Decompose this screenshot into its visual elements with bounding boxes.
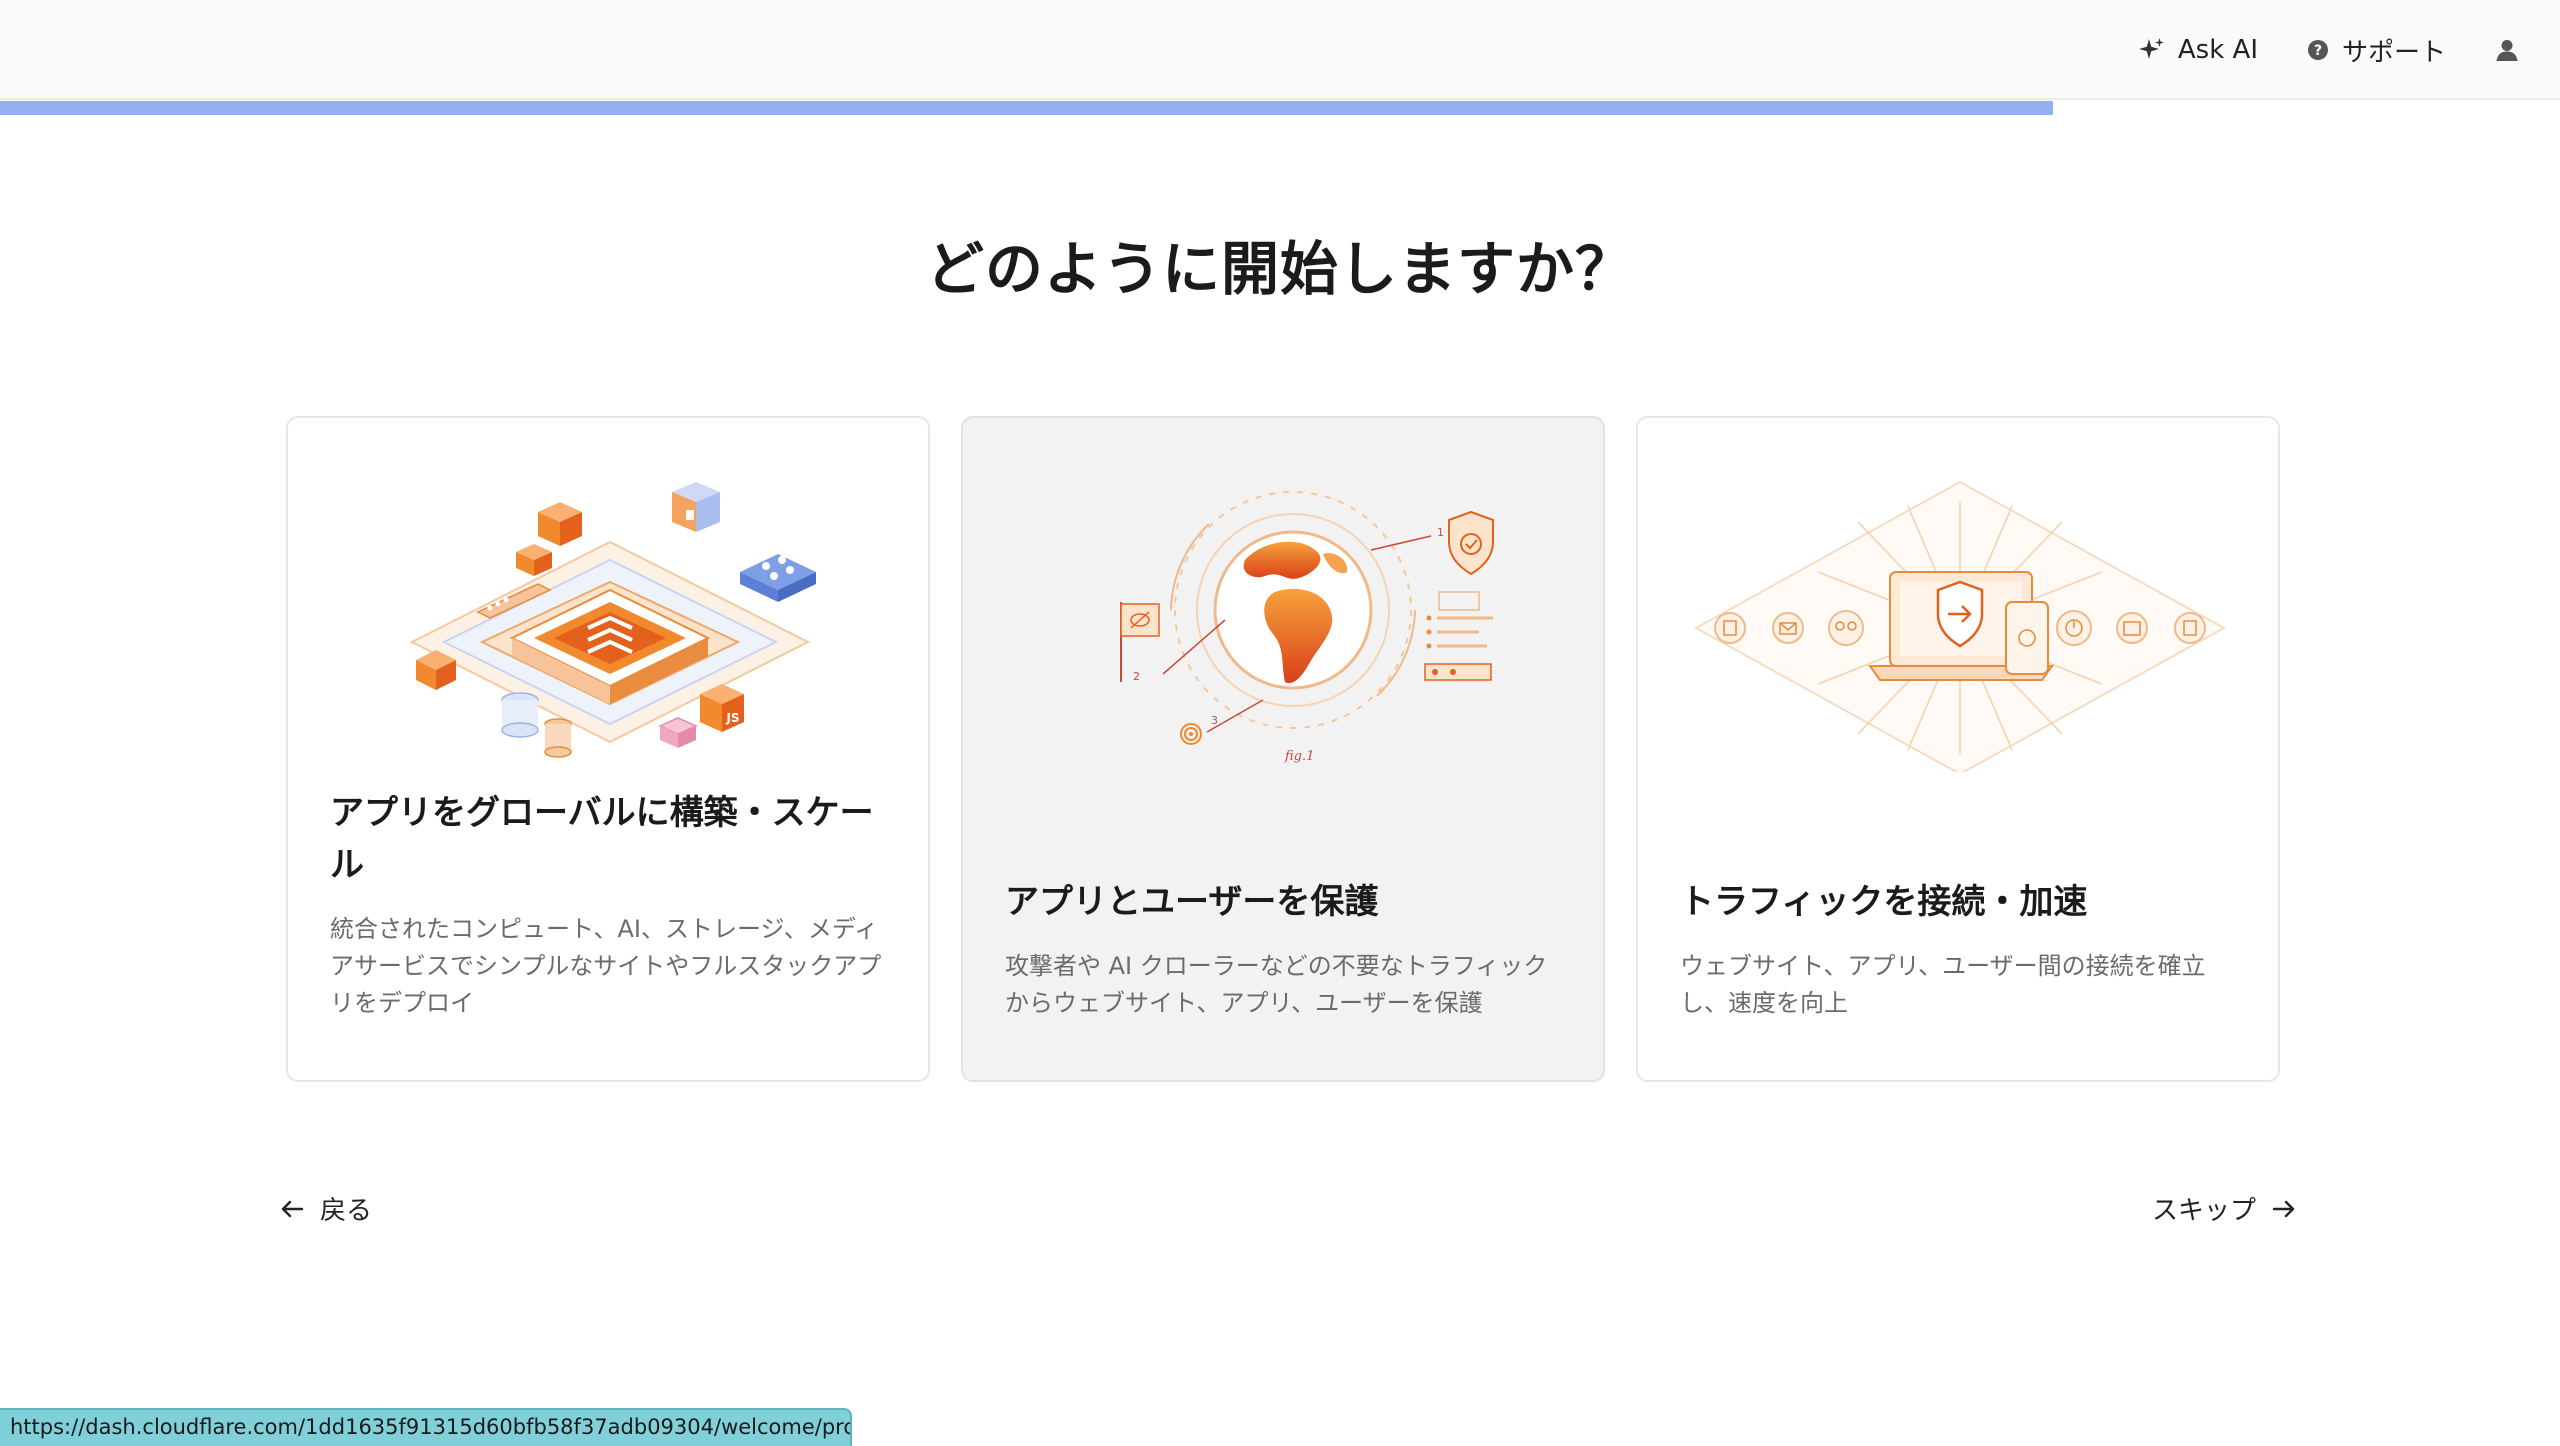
help-circle-icon: ? (2307, 40, 2328, 60)
skip-label: スキップ (2151, 1196, 2256, 1226)
back-label: 戻る (320, 1196, 373, 1226)
card-connect-accelerate[interactable]: トラフィックを接続・加速 ウェブサイト、アプリ、ユーザー間の接続を確立し、速度を… (1636, 416, 2280, 1082)
card-title: トラフィックを接続・加速 (1680, 882, 2088, 922)
card-text: アプリをグローバルに構築・スケール 統合されたコンピュート、AI、ストレージ、メ… (330, 787, 886, 1022)
card-description: 統合されたコンピュート、AI、ストレージ、メディアサービスでシンプルなサイトやフ… (330, 915, 882, 1017)
arrow-right-icon (2272, 1200, 2295, 1217)
card-description: 攻撃者や AI クローラーなどの不要なトラフィックからウェブサイト、アプリ、ユー… (1005, 952, 1548, 1017)
status-url-bar: https://dash.cloudflare.com/1dd1635f9131… (0, 1408, 852, 1446)
label-3: 3 (1211, 714, 1218, 727)
card-build-scale[interactable]: JS アプリをグローバルに構築・スケール 統合されたコンピュート、AI、ストレー… (286, 416, 930, 1082)
card-protect[interactable]: 1 2 3 fig.1 アプリとユーザーを保護 攻撃者や AI クローラーなどの… (961, 416, 1605, 1082)
card-description: ウェブサイト、アプリ、ユーザー間の接続を確立し、速度を向上 (1680, 952, 2206, 1017)
label-2: 2 (1133, 670, 1140, 683)
user-icon (2496, 40, 2518, 61)
ask-ai-label: Ask AI (2177, 35, 2258, 65)
svg-text:?: ? (2314, 43, 2322, 59)
sparkle-icon (2138, 38, 2164, 59)
page-title: どのように開始しますか？ (925, 235, 1634, 303)
ask-ai-button[interactable]: Ask AI (2138, 35, 2258, 65)
label-1: 1 (1437, 526, 1444, 539)
fig-label: fig.1 (1284, 749, 1314, 764)
skip-button[interactable]: スキップ (2152, 1190, 2298, 1227)
onboarding-progress-fill (0, 101, 2054, 115)
card-title: アプリとユーザーを保護 (1005, 882, 1379, 922)
build-scale-illustration: JS (409, 482, 816, 758)
back-button[interactable]: 戻る (278, 1190, 372, 1227)
account-button[interactable] (2494, 37, 2520, 63)
card-text: トラフィックを接続・加速 ウェブサイト、アプリ、ユーザー間の接続を確立し、速度を… (1680, 876, 2236, 1022)
js-cube-label: JS (725, 711, 739, 725)
onboarding-progress-bar (0, 101, 2560, 115)
arrow-left-icon (281, 1200, 304, 1217)
protect-illustration: 1 2 3 fig.1 (1120, 491, 1494, 764)
card-title: アプリをグローバルに構築・スケール (330, 793, 874, 885)
top-actions: Ask AI ? サポート (2138, 28, 2520, 72)
connect-accelerate-illustration (1693, 480, 2227, 772)
support-button[interactable]: ? サポート (2306, 32, 2446, 69)
card-text: アプリとユーザーを保護 攻撃者や AI クローラーなどの不要なトラフィックからウ… (1005, 876, 1561, 1022)
top-bar: Ask AI ? サポート (0, 0, 2560, 100)
support-label: サポート (2341, 37, 2446, 68)
